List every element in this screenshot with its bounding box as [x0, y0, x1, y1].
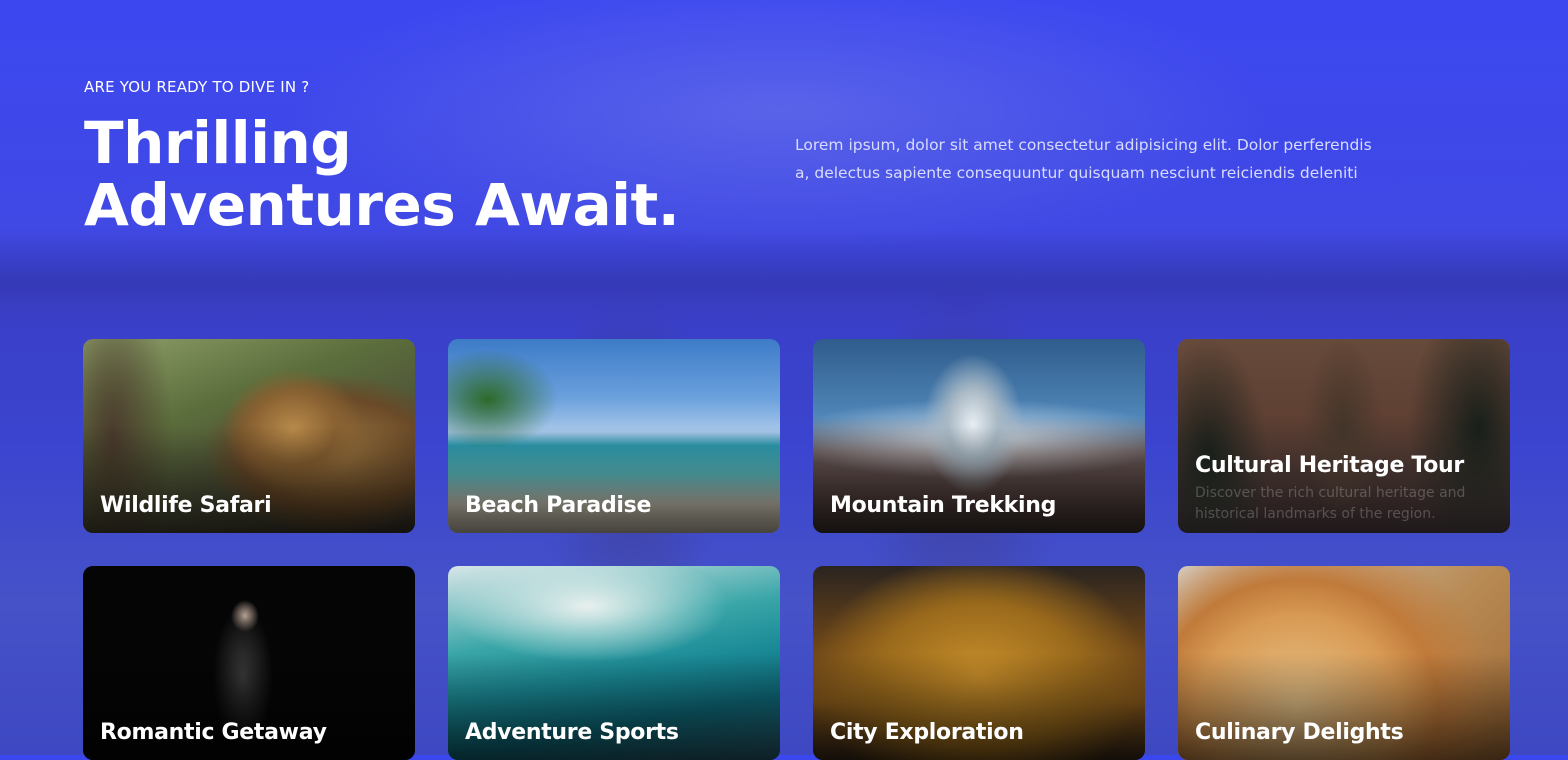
card-title: Mountain Trekking [830, 493, 1057, 518]
hero-eyebrow: ARE YOU READY TO DIVE IN ? [84, 78, 310, 96]
card-title: Culinary Delights [1195, 720, 1404, 745]
card-title: Adventure Sports [465, 720, 679, 745]
card-title: Romantic Getaway [100, 720, 327, 745]
card-mountain-trekking[interactable]: Mountain Trekking [813, 339, 1145, 533]
background-treeline [0, 230, 1568, 320]
card-culinary-delights[interactable]: Culinary Delights [1178, 566, 1510, 760]
card-romantic-getaway[interactable]: Romantic Getaway [83, 566, 415, 760]
card-beach-paradise[interactable]: Beach Paradise [448, 339, 780, 533]
card-title: Wildlife Safari [100, 493, 272, 518]
hero-description: Lorem ipsum, dolor sit amet consectetur … [795, 136, 1372, 182]
adventure-cards-grid: Wildlife Safari Beach Paradise Mountain … [83, 339, 1510, 760]
card-description: Discover the rich cultural heritage and … [1195, 485, 1466, 522]
card-title: Beach Paradise [465, 493, 652, 518]
card-wildlife-safari[interactable]: Wildlife Safari [83, 339, 415, 533]
card-cultural-heritage-tour[interactable]: Cultural Heritage Tour Discover the rich… [1178, 339, 1510, 533]
hero-title: Thrilling Adventures Await. [84, 109, 680, 239]
card-title: City Exploration [830, 720, 1024, 745]
hero-heading-block: ARE YOU READY TO DIVE IN ? Thrilling Adv… [84, 78, 704, 236]
card-adventure-sports[interactable]: Adventure Sports [448, 566, 780, 760]
card-title: Cultural Heritage Tour [1195, 453, 1464, 478]
card-city-exploration[interactable]: City Exploration [813, 566, 1145, 760]
